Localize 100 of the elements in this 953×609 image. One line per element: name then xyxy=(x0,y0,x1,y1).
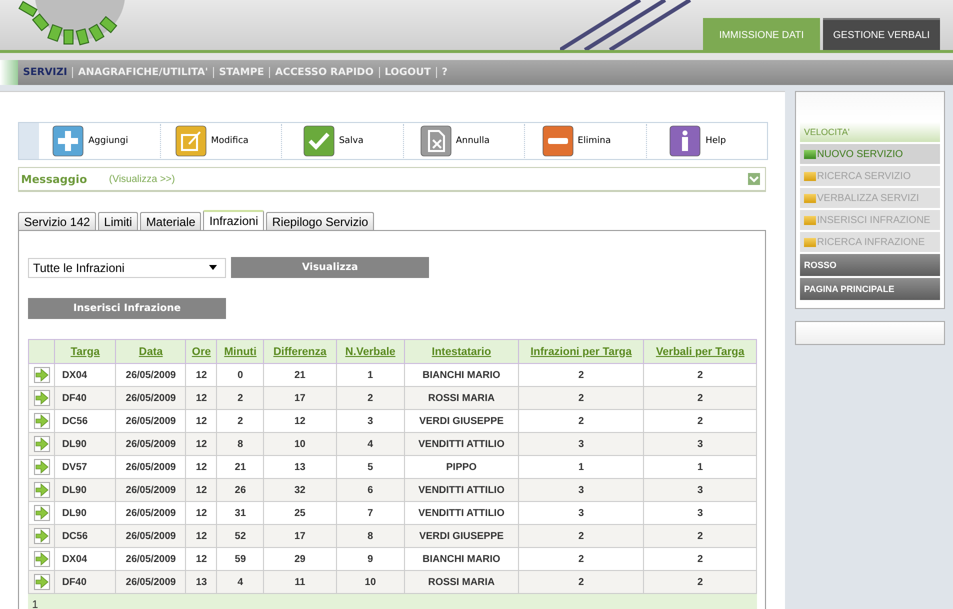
table-cell: DC56 xyxy=(54,524,116,548)
table-cell: 4 xyxy=(216,570,264,594)
menu-item[interactable]: VERBALIZZA SERVIZI xyxy=(800,188,940,208)
column-header[interactable]: Targa xyxy=(54,340,116,364)
nav-link[interactable]: ACCESSO RAPIDO xyxy=(269,67,379,78)
table-cell: 26 xyxy=(216,478,264,502)
menu-link[interactable]: ROSSO xyxy=(800,254,940,276)
nav-bar-accent xyxy=(0,60,18,85)
arrow-right-icon[interactable] xyxy=(34,413,50,429)
header-cell xyxy=(28,340,55,364)
cancel-icon xyxy=(420,125,452,157)
arrow-right-icon[interactable] xyxy=(34,367,50,383)
nav-link[interactable]: ANAGRAFICHE/UTILITA' xyxy=(72,67,214,78)
chevron-down-icon[interactable] xyxy=(748,173,760,185)
toolbar-handle xyxy=(19,123,39,159)
table-cell: 32 xyxy=(264,478,336,502)
table-cell: DL90 xyxy=(54,478,116,502)
table-cell: 52 xyxy=(216,524,264,548)
nav-link[interactable]: STAMPE xyxy=(213,67,270,78)
table-cell: 12 xyxy=(186,478,217,502)
table-cell: 2 xyxy=(518,386,644,410)
table-cell: 26/05/2009 xyxy=(116,432,186,456)
delete-icon xyxy=(542,125,574,157)
nav-link[interactable]: SERVIZI xyxy=(18,67,72,78)
table-cell: 13 xyxy=(186,570,217,594)
table-cell: 2 xyxy=(644,386,756,410)
menu-item[interactable]: NUOVO SERVIZIO xyxy=(800,144,940,164)
edit-icon xyxy=(174,125,207,157)
header-tab[interactable]: IMMISSIONE DATI xyxy=(703,18,820,50)
column-header[interactable]: Infrazioni per Targa xyxy=(518,340,644,364)
tab[interactable]: Materiale xyxy=(140,212,202,230)
column-header[interactable]: Differenza xyxy=(264,340,336,364)
square-icon xyxy=(804,216,816,224)
column-header[interactable]: Data xyxy=(116,340,186,364)
arrow-right-icon[interactable] xyxy=(34,390,50,406)
arrow-right-icon[interactable] xyxy=(34,551,50,567)
tab[interactable]: Limiti xyxy=(98,212,138,230)
square-icon xyxy=(804,150,816,158)
table-cell: 3 xyxy=(644,478,756,502)
message-title: Messaggio xyxy=(21,172,88,186)
table-cell: DF40 xyxy=(54,570,116,594)
tab[interactable]: Infrazioni xyxy=(203,210,264,230)
table-cell: VENDITTI ATTILIO xyxy=(404,432,518,456)
table-cell: 2 xyxy=(644,524,756,548)
table-cell: 12 xyxy=(186,386,217,410)
table-cell: VERDI GIUSEPPE xyxy=(404,524,518,548)
header-tab[interactable]: GESTIONE VERBALI xyxy=(823,18,940,50)
table-cell: 11 xyxy=(264,570,336,594)
tab[interactable]: Servizio 142 xyxy=(18,212,96,230)
show-message-link[interactable]: (Visualizza >>) xyxy=(109,174,748,184)
tab[interactable]: Riepilogo Servizio xyxy=(266,212,374,230)
dropdown-arrow-icon xyxy=(209,265,217,270)
table-cell: 2 xyxy=(518,570,644,594)
table-cell: 8 xyxy=(336,524,405,548)
menu-item[interactable]: RICERCA SERVIZIO xyxy=(800,166,940,186)
table-cell: VENDITTI ATTILIO xyxy=(404,478,518,502)
table-cell: 2 xyxy=(644,570,756,594)
table-cell: 3 xyxy=(518,432,644,456)
arrow-right-icon[interactable] xyxy=(34,505,50,521)
arrow-right-icon[interactable] xyxy=(34,459,50,475)
table-cell: 3 xyxy=(644,432,756,456)
arrow-right-icon[interactable] xyxy=(34,436,50,452)
table-cell: 4 xyxy=(336,432,405,456)
table-cell: 26/05/2009 xyxy=(116,478,186,502)
column-header[interactable]: Minuti xyxy=(216,340,264,364)
table-cell: 2 xyxy=(518,524,644,548)
arrow-right-icon[interactable] xyxy=(34,482,50,498)
table-cell: 3 xyxy=(518,478,644,502)
arrow-right-icon[interactable] xyxy=(34,574,50,590)
table-cell: 2 xyxy=(336,386,405,410)
help-icon xyxy=(669,125,702,157)
menu-link[interactable]: PAGINA PRINCIPALE xyxy=(800,278,940,300)
square-icon xyxy=(804,172,816,180)
table-cell: 8 xyxy=(216,432,264,456)
table-cell: 12 xyxy=(186,524,217,548)
menu-item[interactable]: RICERCA INFRAZIONE xyxy=(800,232,940,252)
table-cell: 26/05/2009 xyxy=(116,386,186,410)
menu-item[interactable]: INSERISCI INFRAZIONE xyxy=(800,210,940,230)
table-cell: 26/05/2009 xyxy=(116,524,186,548)
table-cell: 26/05/2009 xyxy=(116,570,186,594)
table-cell: 10 xyxy=(336,570,405,594)
column-header[interactable]: N.Verbale xyxy=(336,340,405,364)
table-cell: DL90 xyxy=(54,432,116,456)
insert-button[interactable]: Inserisci Infrazione xyxy=(28,298,226,319)
column-header[interactable]: Intestatario xyxy=(404,340,518,364)
column-header[interactable]: Ore xyxy=(186,340,217,364)
square-icon xyxy=(804,194,816,202)
arrow-right-icon[interactable] xyxy=(34,528,50,544)
column-header[interactable]: Verbali per Targa xyxy=(644,340,756,364)
nav-link[interactable]: LOGOUT xyxy=(378,67,436,78)
add-icon xyxy=(52,125,84,157)
square-icon xyxy=(804,238,816,246)
nav-link[interactable]: ? xyxy=(436,67,453,78)
table-cell: 17 xyxy=(264,524,336,548)
show-button[interactable]: Visualizza xyxy=(231,257,429,278)
page-number[interactable]: 1 xyxy=(32,599,38,609)
table-cell: 17 xyxy=(264,386,336,410)
table-cell: 10 xyxy=(264,432,336,456)
table-cell: ROSSI MARIA xyxy=(404,386,518,410)
filter-dropdown[interactable]: Tutte le Infrazioni xyxy=(28,258,226,278)
